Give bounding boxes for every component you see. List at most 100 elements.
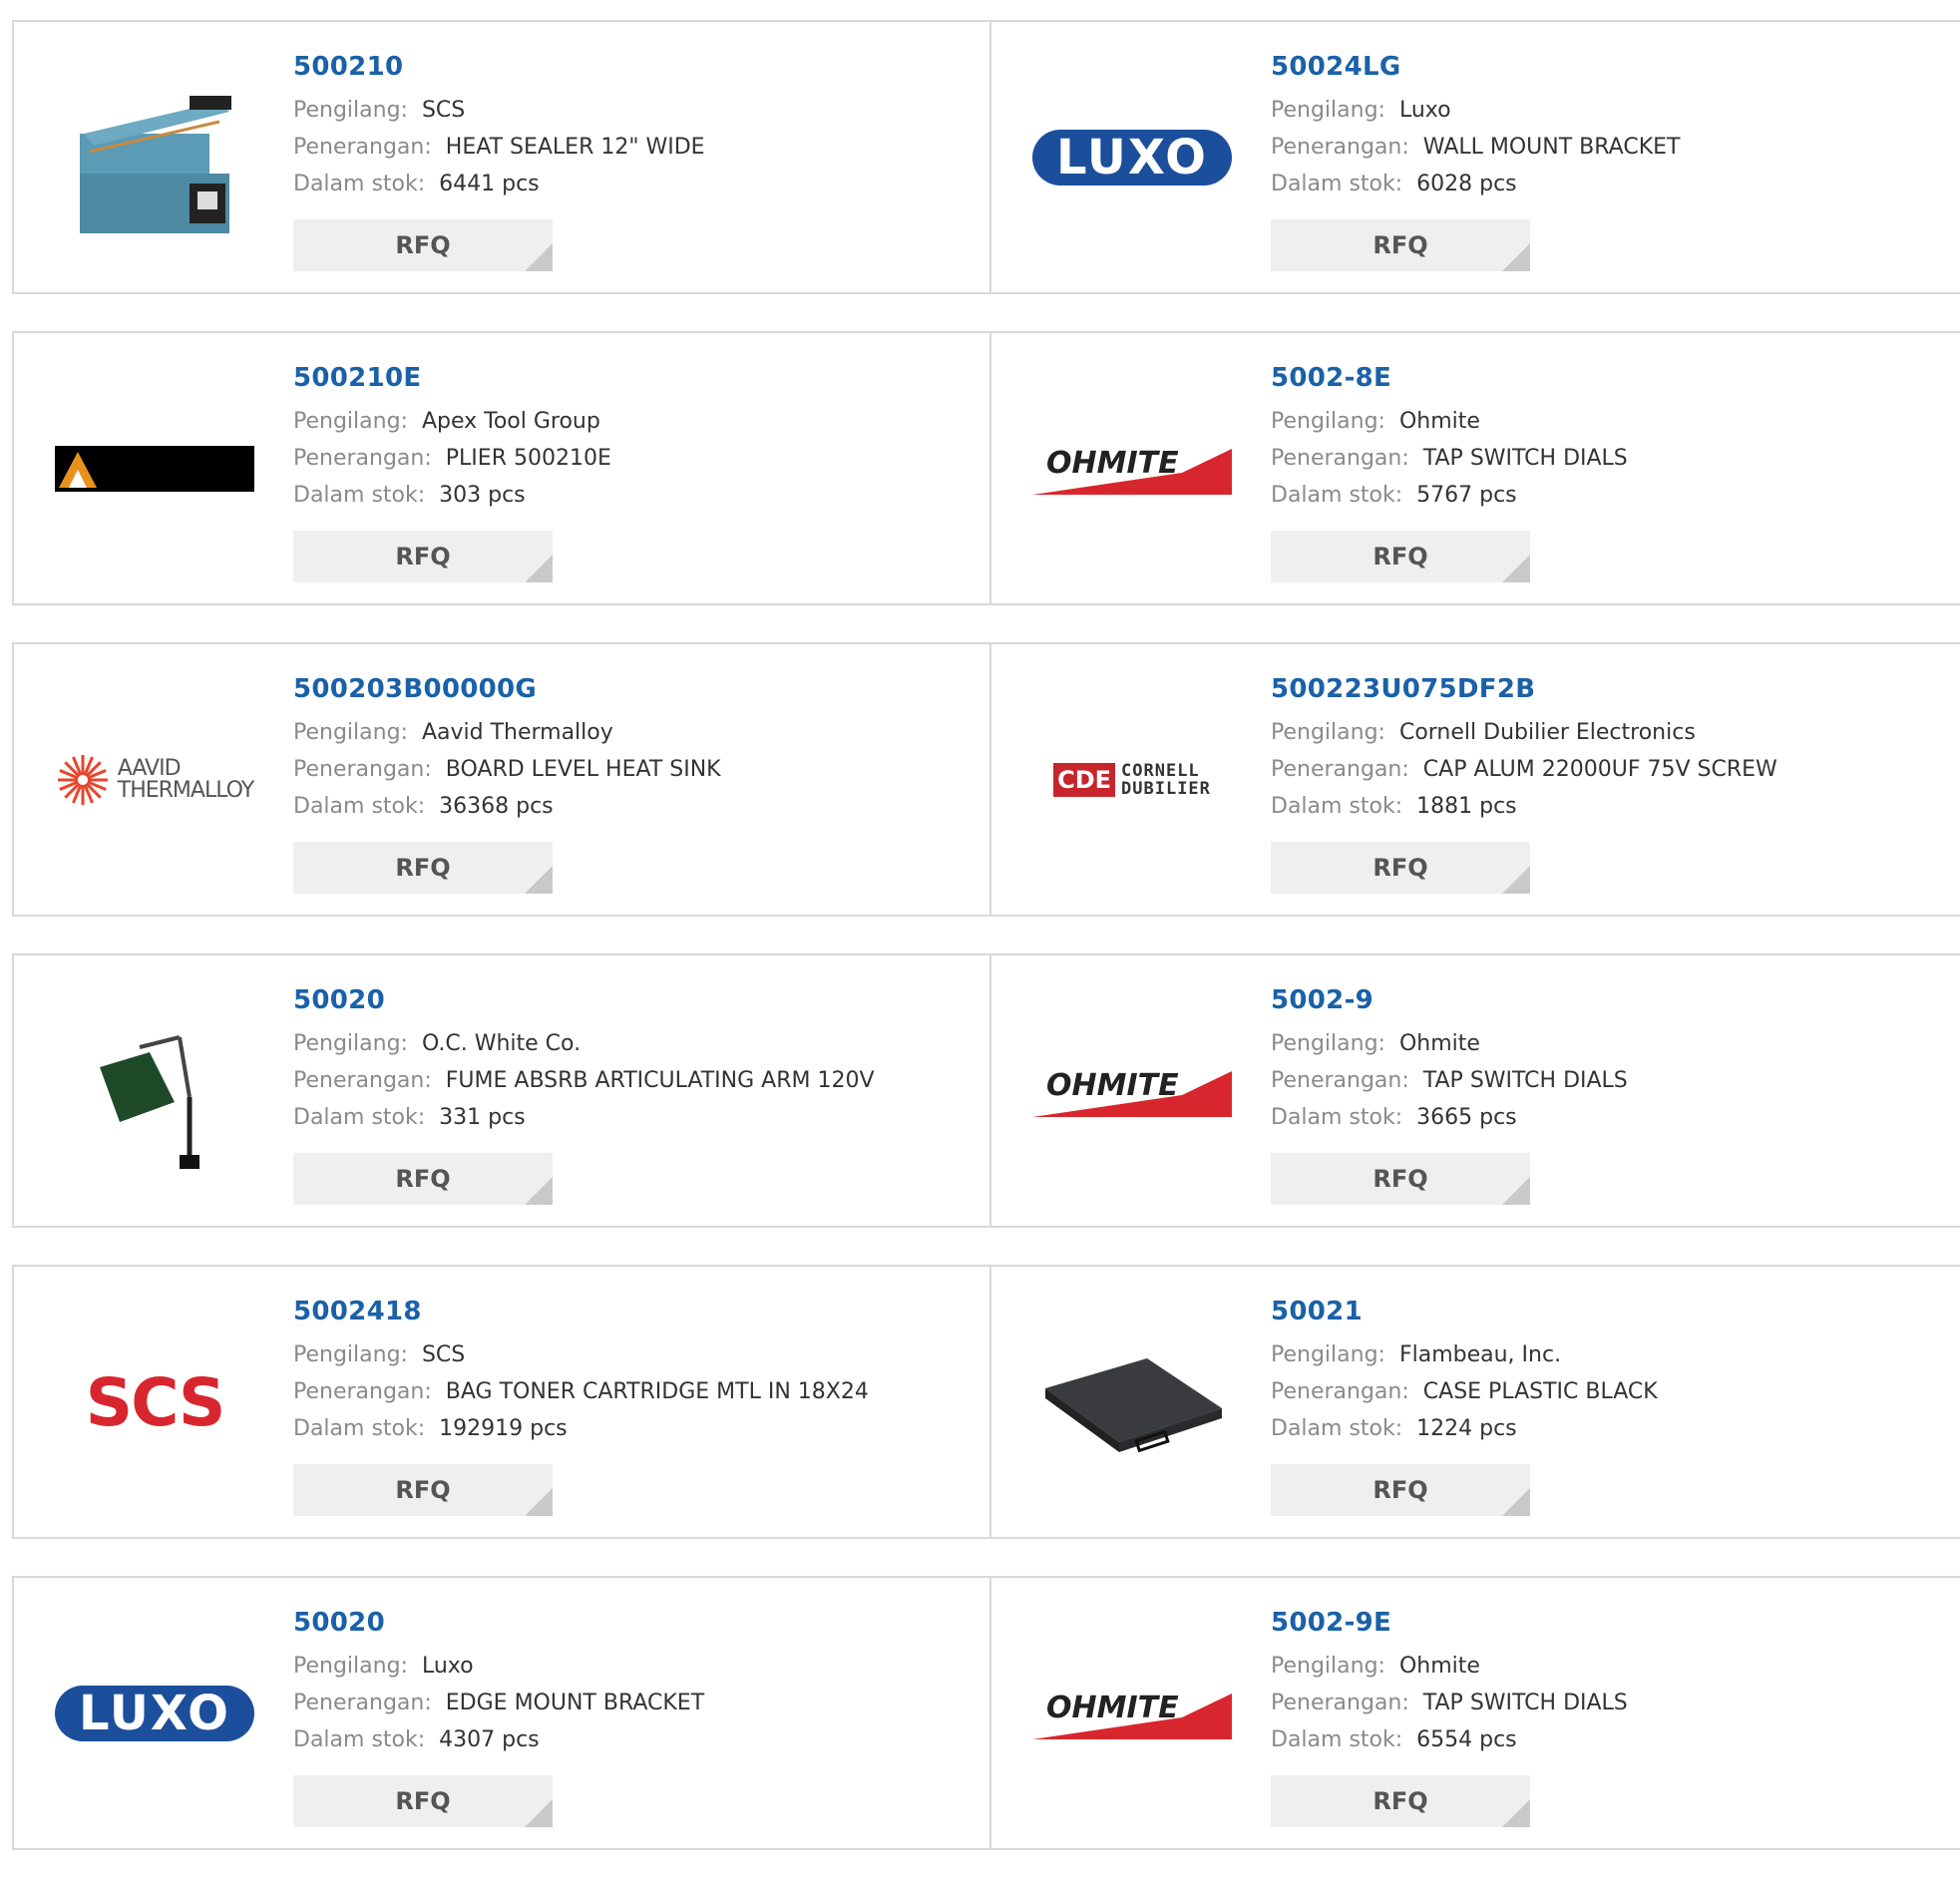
manufacturer-value: Ohmite (1398, 1031, 1480, 1056)
description-label: Penerangan: (293, 135, 432, 160)
rfq-label: RFQ (395, 1476, 451, 1504)
stock-label: Dalam stok: (1271, 483, 1403, 508)
manufacturer-value: Cornell Dubilier Electronics (1398, 720, 1696, 745)
product-image[interactable]: OHMITE (1031, 1630, 1233, 1797)
rfq-label: RFQ (395, 1165, 451, 1193)
rfq-button[interactable]: RFQ (1271, 1153, 1530, 1205)
stock-label: Dalam stok: (293, 1727, 426, 1752)
description-value: TAP SWITCH DIALS (1422, 1691, 1628, 1715)
corner-triangle-icon (525, 866, 553, 894)
rfq-button[interactable]: RFQ (1271, 1775, 1530, 1827)
description-label: Penerangan: (1271, 757, 1409, 782)
stock-label: Dalam stok: (1271, 172, 1403, 196)
manufacturer-value: Apex Tool Group (421, 409, 600, 434)
manufacturer-row: Pengilang: Luxo (1271, 92, 1680, 129)
rfq-button[interactable]: RFQ (293, 1775, 553, 1827)
description-label: Penerangan: (293, 757, 432, 782)
part-number-link[interactable]: 500203B00000G (293, 674, 721, 704)
part-number-link[interactable]: 50020 (293, 1608, 704, 1638)
rfq-label: RFQ (1372, 1165, 1428, 1193)
product-card: AAVID THERMALLOY 500203B00000G Pengilang:… (14, 644, 989, 915)
rfq-button[interactable]: RFQ (1271, 219, 1530, 271)
product-image[interactable] (1031, 1319, 1233, 1486)
rfq-button[interactable]: RFQ (293, 1153, 553, 1205)
product-row: AAVID THERMALLOY 500203B00000G Pengilang:… (12, 642, 1960, 917)
stock-label: Dalam stok: (293, 483, 426, 508)
part-number-link[interactable]: 5002418 (293, 1297, 869, 1326)
stock-label: Dalam stok: (293, 1416, 426, 1441)
description-row: Penerangan: PLIER 500210E (293, 440, 611, 477)
rfq-label: RFQ (1372, 231, 1428, 259)
product-info: 50024LG Pengilang: Luxo Penerangan: WALL M… (1271, 52, 1680, 202)
description-value: CASE PLASTIC BLACK (1422, 1379, 1658, 1404)
rfq-label: RFQ (395, 1787, 451, 1815)
stock-row: Dalam stok: 192919 pcs (293, 1410, 869, 1447)
product-card: CDE CORNELL DUBILIER 500223U075DF2B Pengi… (989, 644, 1960, 915)
manufacturer-label: Pengilang: (1271, 720, 1385, 745)
part-number-link[interactable]: 50021 (1271, 1297, 1658, 1326)
product-image[interactable] (54, 385, 255, 553)
description-row: Penerangan: BAG TONER CARTRIDGE MTL IN 18… (293, 1373, 869, 1410)
stock-value: 6554 pcs (1416, 1727, 1517, 1752)
product-image[interactable]: LUXO (1031, 74, 1233, 241)
product-image[interactable]: AAVID THERMALLOY (54, 696, 255, 864)
part-number-link[interactable]: 50024LG (1271, 52, 1680, 82)
aavid-logo: AAVID THERMALLOY (56, 753, 254, 807)
corner-triangle-icon (1502, 1799, 1530, 1827)
cde-logo: CDE CORNELL DUBILIER (1053, 762, 1211, 798)
product-image[interactable]: LUXO (54, 1630, 255, 1797)
rfq-button[interactable]: RFQ (293, 1464, 553, 1516)
description-row: Penerangan: CASE PLASTIC BLACK (1271, 1373, 1658, 1410)
description-value: PLIER 500210E (445, 446, 611, 471)
ohmite-logo: OHMITE (1032, 446, 1232, 495)
rfq-label: RFQ (395, 543, 451, 570)
stock-value: 331 pcs (439, 1105, 526, 1130)
product-image[interactable]: SCS (54, 1319, 255, 1486)
stock-value: 192919 pcs (439, 1416, 568, 1441)
product-card: OHMITE 5002-9E Pengilang: Ohmite Penerang… (989, 1578, 1960, 1848)
part-number-link[interactable]: 50020 (293, 985, 875, 1015)
rfq-label: RFQ (1372, 1787, 1428, 1815)
stock-row: Dalam stok: 5767 pcs (1271, 477, 1628, 514)
product-image[interactable]: CDE CORNELL DUBILIER (1031, 696, 1233, 864)
part-number-link[interactable]: 500223U075DF2B (1271, 674, 1777, 704)
manufacturer-label: Pengilang: (293, 720, 408, 745)
product-card: 500210 Pengilang: SCS Penerangan: HEAT SEA… (14, 22, 989, 292)
product-image[interactable] (54, 74, 255, 241)
rfq-button[interactable]: RFQ (1271, 842, 1530, 894)
product-info: 500210 Pengilang: SCS Penerangan: HEAT SEA… (293, 52, 705, 202)
stock-row: Dalam stok: 4307 pcs (293, 1721, 704, 1758)
manufacturer-row: Pengilang: Apex Tool Group (293, 403, 611, 440)
rfq-button[interactable]: RFQ (293, 842, 553, 894)
luxo-logo: LUXO (1032, 130, 1232, 186)
product-info: 50020 Pengilang: Luxo Penerangan: EDGE MOU… (293, 1608, 704, 1758)
product-info: 50021 Pengilang: Flambeau, Inc. Peneranga… (1271, 1297, 1658, 1447)
part-number-link[interactable]: 5002-9E (1271, 1608, 1628, 1638)
rfq-button[interactable]: RFQ (293, 219, 553, 271)
rfq-button[interactable]: RFQ (1271, 531, 1530, 582)
part-number-link[interactable]: 500210 (293, 52, 705, 82)
corner-triangle-icon (525, 1799, 553, 1827)
manufacturer-value: Ohmite (1398, 409, 1480, 434)
product-row: SCS 5002418 Pengilang: SCS Penerangan: BAG… (12, 1265, 1960, 1539)
product-image[interactable] (54, 1007, 255, 1175)
rfq-label: RFQ (395, 231, 451, 259)
product-image[interactable]: OHMITE (1031, 1007, 1233, 1175)
stock-value: 6028 pcs (1416, 172, 1517, 196)
manufacturer-row: Pengilang: Ohmite (1271, 403, 1628, 440)
description-label: Penerangan: (293, 446, 432, 471)
rfq-button[interactable]: RFQ (293, 531, 553, 582)
svg-text:OHMITE: OHMITE (1046, 446, 1179, 481)
part-number-link[interactable]: 5002-8E (1271, 363, 1628, 393)
rfq-button[interactable]: RFQ (1271, 1464, 1530, 1516)
stock-row: Dalam stok: 1881 pcs (1271, 788, 1777, 825)
product-image[interactable]: OHMITE (1031, 385, 1233, 553)
description-value: BOARD LEVEL HEAT SINK (445, 757, 721, 782)
stock-value: 6441 pcs (439, 172, 540, 196)
corner-triangle-icon (525, 243, 553, 271)
part-number-link[interactable]: 5002-9 (1271, 985, 1628, 1015)
stock-label: Dalam stok: (1271, 794, 1403, 819)
manufacturer-value: SCS (421, 98, 466, 123)
part-number-link[interactable]: 500210E (293, 363, 611, 393)
description-label: Penerangan: (293, 1068, 432, 1093)
